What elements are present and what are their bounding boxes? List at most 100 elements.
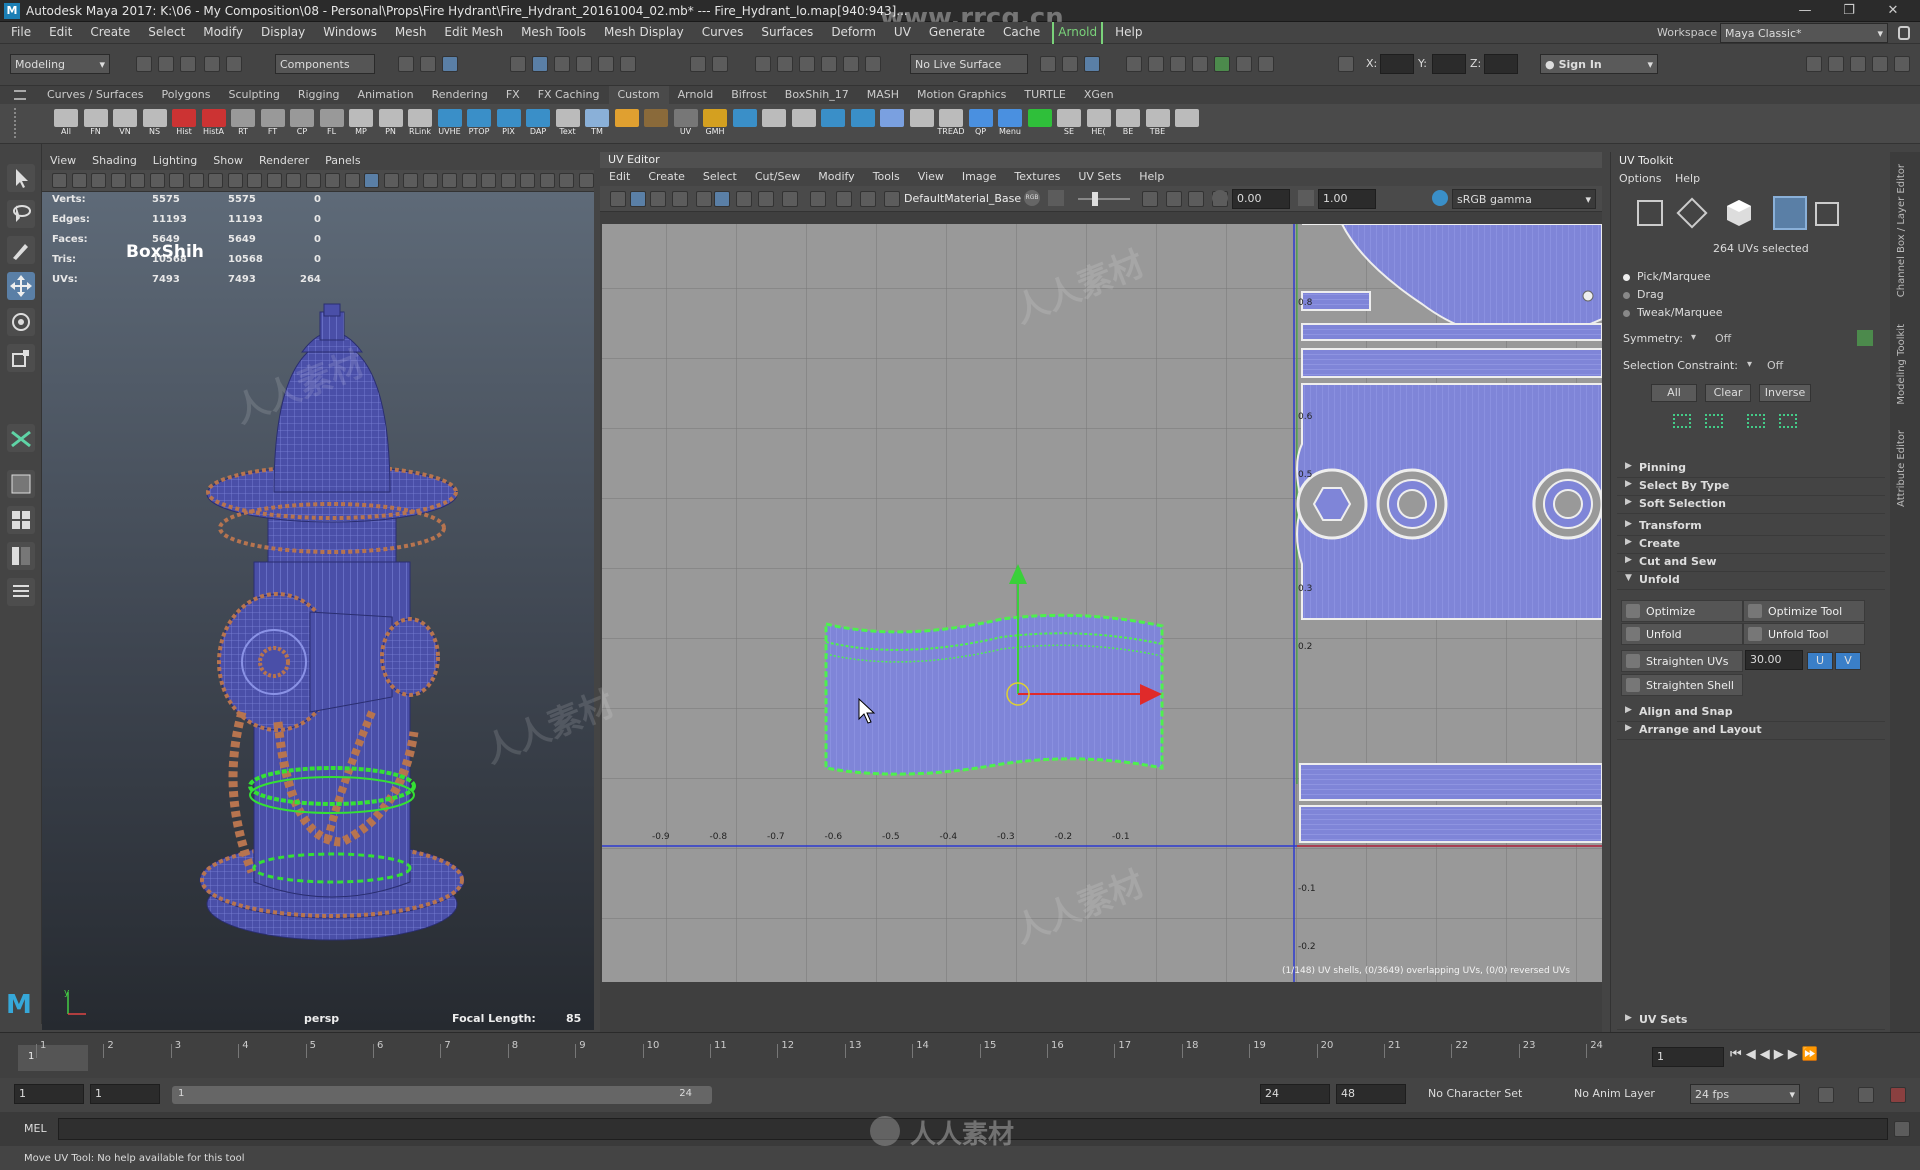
- section-arrange-and-layout[interactable]: ▶ Arrange and Layout: [1617, 720, 1885, 740]
- redo-icon[interactable]: [226, 56, 242, 72]
- viewport-toolbar-icon-26[interactable]: [539, 173, 555, 188]
- snap-point-icon[interactable]: [799, 56, 815, 72]
- shelf-tab-boxshih-17[interactable]: BoxShih_17: [776, 86, 858, 104]
- edge-component-icon[interactable]: [1676, 197, 1708, 229]
- channel-box-tab[interactable]: Channel Box / Layer Editor: [1896, 164, 1907, 297]
- shelf-icon-tool-27[interactable]: [849, 108, 877, 140]
- viewport-menu-view[interactable]: View: [42, 152, 84, 169]
- shelf-icon-gmh[interactable]: GMH: [701, 108, 729, 140]
- menu-modify[interactable]: Modify: [194, 22, 252, 44]
- straighten-v-button[interactable]: V: [1835, 652, 1861, 670]
- brightness-slider[interactable]: [1078, 198, 1130, 200]
- symmetry-value[interactable]: Off: [1715, 332, 1731, 345]
- viewport-toolbar-icon-7[interactable]: [169, 173, 184, 188]
- perspective-viewport[interactable]: View Shading Lighting Show Renderer Panels Ve…: [42, 152, 594, 1030]
- close-button[interactable]: ✕: [1878, 2, 1908, 20]
- tool-mode-pick-marquee[interactable]: Pick/Marquee: [1623, 270, 1823, 286]
- uv-shaded-icon[interactable]: [672, 191, 688, 207]
- uv-grid-icon[interactable]: [610, 191, 626, 207]
- alpha-channel-icon[interactable]: [1048, 190, 1064, 206]
- modeling-toolkit-tab[interactable]: Modeling Toolkit: [1896, 324, 1907, 405]
- optimize-tool-button[interactable]: Optimize Tool: [1743, 600, 1865, 622]
- viewport-toolbar-icon-23[interactable]: [481, 173, 496, 188]
- uv-sets-section[interactable]: ▶ UV Sets: [1617, 1010, 1885, 1030]
- section-select-by-type[interactable]: ▶ Select By Type: [1617, 476, 1885, 496]
- uv-snapshot-icon[interactable]: [782, 191, 798, 207]
- shelf-icon-ns[interactable]: NS: [141, 108, 169, 140]
- menu-select[interactable]: Select: [139, 22, 194, 44]
- shelf-icon-ft[interactable]: FT: [259, 108, 287, 140]
- snap-grid-icon[interactable]: [755, 56, 771, 72]
- uv-menu-textures[interactable]: Textures: [1005, 168, 1069, 185]
- viewport-toolbar-icon-22[interactable]: [461, 173, 477, 188]
- new-scene-icon[interactable]: [136, 56, 152, 72]
- uv-filter-icon[interactable]: [758, 191, 774, 207]
- straighten-shell-button[interactable]: Straighten Shell: [1621, 674, 1743, 696]
- ipr-render-icon[interactable]: [1126, 56, 1142, 72]
- shelf-icon-uv[interactable]: UV: [672, 108, 700, 140]
- attribute-editor-tab[interactable]: Attribute Editor: [1896, 430, 1907, 507]
- viewport-menu-show[interactable]: Show: [205, 152, 251, 169]
- shelf-icon-tool-20[interactable]: [642, 108, 670, 140]
- vertex-mode-icon[interactable]: [510, 56, 526, 72]
- viewport-toolbar-icon-24[interactable]: [500, 173, 516, 188]
- light-editor-icon[interactable]: [1236, 56, 1252, 72]
- object-mode-icon[interactable]: [598, 56, 614, 72]
- menu-edit[interactable]: Edit: [40, 22, 81, 44]
- straighten-u-button[interactable]: U: [1807, 652, 1833, 670]
- uv-isolate-icon[interactable]: [650, 191, 666, 207]
- range-start-field-2[interactable]: 1: [90, 1084, 160, 1104]
- shelf-icon-tbe[interactable]: TBE: [1144, 108, 1172, 140]
- section-unfold[interactable]: ▼ Unfold: [1617, 570, 1885, 590]
- select-component-icon[interactable]: [442, 56, 458, 72]
- uv-snap-icon[interactable]: [630, 191, 646, 207]
- uv-pixel-snap-icon[interactable]: [860, 191, 876, 207]
- viewport-toolbar-icon-2[interactable]: [71, 173, 87, 188]
- menu-create[interactable]: Create: [81, 22, 139, 44]
- shelf-icon-tm[interactable]: TM: [583, 108, 611, 140]
- straighten-angle-field[interactable]: 30.00: [1745, 650, 1803, 670]
- hypershade-icon[interactable]: [1170, 56, 1186, 72]
- shelf-tab-arnold[interactable]: Arnold: [669, 86, 723, 104]
- highlight-selection-icon[interactable]: [712, 56, 728, 72]
- menu-surfaces[interactable]: Surfaces: [752, 22, 822, 44]
- uv-material-icon[interactable]: [884, 191, 900, 207]
- shelf-options-icon[interactable]: [14, 108, 26, 138]
- anim-layer-dropdown[interactable]: No Anim Layer: [1570, 1084, 1680, 1104]
- fps-dropdown[interactable]: 24 fps ▾: [1690, 1084, 1800, 1104]
- viewport-toolbar-icon-4[interactable]: [110, 173, 126, 188]
- shelf-icon-qp[interactable]: QP: [967, 108, 995, 140]
- shelf-icon-tool-24[interactable]: [760, 108, 788, 140]
- shelf-icon-rlink[interactable]: RLink: [406, 108, 434, 140]
- uv-menu-select[interactable]: Select: [694, 168, 746, 185]
- shelf-tab-polygons[interactable]: Polygons: [153, 86, 220, 104]
- render-settings-icon[interactable]: [1148, 56, 1164, 72]
- uv-dim-image-icon[interactable]: [836, 191, 852, 207]
- auto-key-icon[interactable]: [1858, 1087, 1874, 1103]
- make-live-icon[interactable]: [865, 56, 881, 72]
- viewport-menu-panels[interactable]: Panels: [317, 152, 368, 169]
- shelf-tab-motion-graphics[interactable]: Motion Graphics: [908, 86, 1015, 104]
- outliner-icon[interactable]: [7, 578, 35, 606]
- shelf-tab-turtle[interactable]: TURTLE: [1015, 86, 1074, 104]
- shelf-icon-tool-23[interactable]: [731, 108, 759, 140]
- viewport-menu-lighting[interactable]: Lighting: [145, 152, 205, 169]
- scale-tool-icon[interactable]: [7, 344, 35, 372]
- save-scene-icon[interactable]: [180, 56, 196, 72]
- shelf-icon-tool-38[interactable]: [1173, 108, 1201, 140]
- last-tool-icon[interactable]: [7, 424, 35, 452]
- tool-settings-icon[interactable]: [1850, 56, 1866, 72]
- grow-selection-icon[interactable]: [1673, 414, 1691, 428]
- exposure-field[interactable]: 0.00: [1232, 189, 1290, 209]
- select-hierarchy-icon[interactable]: [398, 56, 414, 72]
- tool-mode-tweak-marquee[interactable]: Tweak/Marquee: [1623, 306, 1823, 322]
- uv-menu-uv-sets[interactable]: UV Sets: [1069, 168, 1130, 185]
- shelf-icon-dap[interactable]: DAP: [524, 108, 552, 140]
- viewport-toolbar-icon-16[interactable]: [344, 173, 360, 188]
- construction-history-icon[interactable]: [1040, 56, 1056, 72]
- transform-mode-icon[interactable]: [1338, 56, 1354, 72]
- viewport-toolbar-icon-11[interactable]: [247, 173, 262, 188]
- exposure-icon[interactable]: [1212, 190, 1228, 206]
- modeling-toolkit-icon[interactable]: [1806, 56, 1822, 72]
- shelf-icon-menu[interactable]: Menu: [996, 108, 1024, 140]
